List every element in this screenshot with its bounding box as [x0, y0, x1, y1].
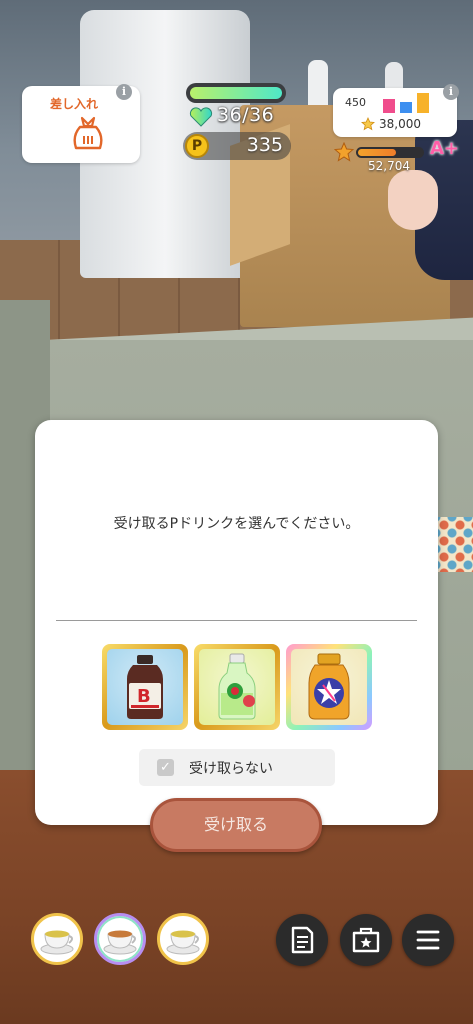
- polka-fabric: [436, 517, 473, 572]
- item-slot-1[interactable]: [31, 913, 83, 965]
- item-slot-2[interactable]: [94, 913, 146, 965]
- svg-text:B: B: [137, 686, 151, 707]
- dialog-message: 受け取るPドリンクを選んでください。: [113, 516, 360, 532]
- rank-grade: A+: [430, 138, 460, 159]
- drink-select-dialog: 受け取るPドリンクを選んでください。 B ✓ 受け取らない: [35, 420, 438, 825]
- pcoin-icon: P: [185, 134, 209, 158]
- memo-button[interactable]: [276, 914, 328, 966]
- menu-icon: [416, 930, 440, 950]
- pcoin-text: 335: [246, 134, 283, 156]
- stamina-fill: [190, 87, 282, 99]
- pcoin-counter: P 335: [183, 132, 291, 160]
- skip-label: 受け取らない: [189, 761, 273, 777]
- divider: [56, 620, 417, 621]
- memo-icon: [291, 926, 314, 954]
- bottle-green-drink-icon: [218, 653, 256, 720]
- drink-option[interactable]: [286, 644, 372, 730]
- info-icon[interactable]: i: [116, 84, 132, 100]
- character-hand: [388, 170, 438, 230]
- stamina-counter: 36/36: [189, 104, 289, 130]
- skip-option[interactable]: ✓ 受け取らない: [139, 749, 335, 786]
- tea-cup-item-icon: [103, 930, 137, 955]
- rank-star-icon: [334, 142, 354, 162]
- receive-button[interactable]: 受け取る: [150, 798, 322, 852]
- drink-option[interactable]: B: [102, 644, 188, 730]
- fan-total: 38,000: [379, 117, 421, 131]
- menu-button[interactable]: [402, 914, 454, 966]
- gift-bag-icon: [73, 116, 103, 150]
- heart-icon: [189, 107, 213, 127]
- drink-option[interactable]: [194, 644, 280, 730]
- stamina-text: 36/36: [217, 104, 275, 126]
- bottle-star-drink-icon: [308, 653, 350, 720]
- fan-card[interactable]: 450 38,000 i: [333, 84, 459, 137]
- stamina-bar: [186, 83, 286, 103]
- gift-label: 差し入れ: [49, 97, 98, 111]
- fan-bars-icon: [383, 93, 433, 113]
- rank-score: 52,704: [368, 159, 410, 173]
- fan-count: 450: [345, 96, 366, 109]
- skip-checkbox[interactable]: ✓: [157, 759, 174, 776]
- drink-options: B: [102, 644, 372, 730]
- item-box-icon: [352, 927, 380, 953]
- tea-cup-item-icon: [40, 930, 74, 955]
- gift-card[interactable]: 差し入れ i: [22, 84, 140, 163]
- star-icon: [361, 117, 375, 131]
- tea-cup-item-icon: [166, 930, 200, 955]
- bottle-b-drink-icon: B: [127, 655, 163, 719]
- item-box-button[interactable]: [340, 914, 392, 966]
- rank-fill: [358, 149, 397, 156]
- rank-bar: [356, 147, 424, 158]
- item-slot-3[interactable]: [157, 913, 209, 965]
- info-icon[interactable]: i: [443, 84, 459, 100]
